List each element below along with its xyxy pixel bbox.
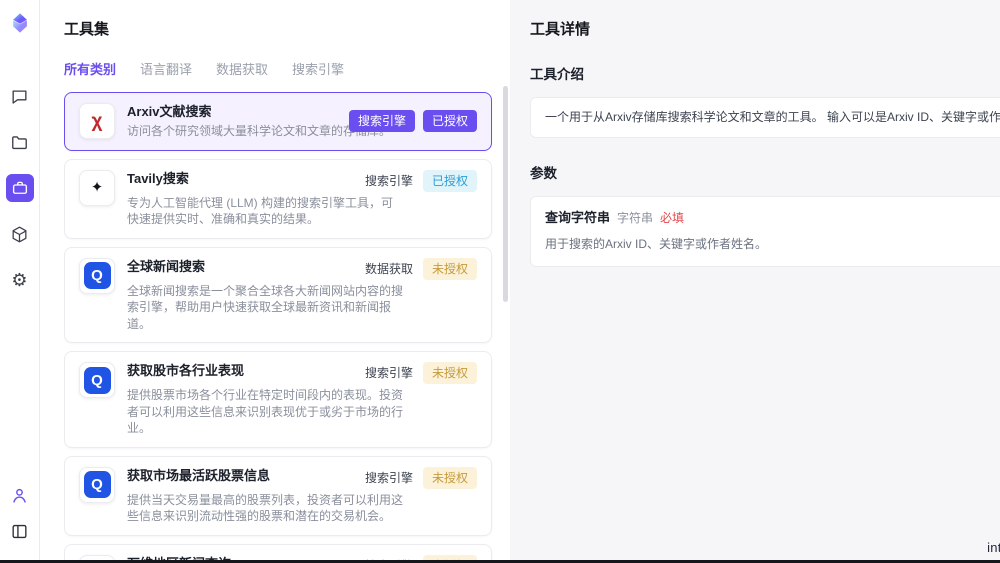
gear-icon: ⚙ xyxy=(11,271,27,289)
tool-icon-box: Q xyxy=(79,258,115,294)
sidebar-item-tools[interactable] xyxy=(6,174,34,202)
news-logo-icon: Q xyxy=(84,262,111,289)
stock-logo-icon: Q xyxy=(84,471,111,498)
tab-data-fetch[interactable]: 数据获取 xyxy=(216,59,268,78)
intro-text: 一个用于从Arxiv存储库搜索科学论文和文章的工具。 输入可以是Arxiv ID… xyxy=(545,110,1000,124)
tool-card-desc: 提供股票市场各个行业在特定时间段内的表现。投资者可以利用这些信息来识别表现优于或… xyxy=(127,387,403,437)
sidebar-item-panel-toggle[interactable] xyxy=(6,517,34,545)
folder-icon xyxy=(10,133,29,152)
page-title: 工具集 xyxy=(64,18,510,39)
tab-translation[interactable]: 语言翻译 xyxy=(140,59,192,78)
param-desc: 用于搜索的Arxiv ID、关键字或作者姓名。 xyxy=(545,235,1000,256)
auth-status-badge: 已授权 xyxy=(423,170,477,192)
briefcase-icon xyxy=(11,179,29,197)
app-window: ⚙ 工 xyxy=(0,0,1000,563)
sidebar-item-files[interactable] xyxy=(6,128,34,156)
auth-status-badge: 未授权 xyxy=(423,362,477,384)
arxiv-x-icon: χ xyxy=(92,112,103,131)
tool-icon-box: Q xyxy=(79,467,115,503)
intro-section-title: 工具介绍 xyxy=(530,63,1000,83)
auth-status-badge: 已授权 xyxy=(423,110,477,132)
tool-card-tavily[interactable]: ✦ Tavily搜索 搜索引擎 已授权 专为人工智能代理 (LLM) 构建的搜索… xyxy=(64,159,492,239)
detail-title: 工具详情 xyxy=(530,18,1000,39)
category-badge: 搜索引擎 xyxy=(363,170,415,192)
tool-card-sector-performance[interactable]: Q 获取股市各行业表现 搜索引擎 未授权 提供股票市场各个行业在特定时间段内的表… xyxy=(64,351,492,448)
intro-card: 一个用于从Arxiv存储库搜索科学论文和文章的工具。 输入可以是Arxiv ID… xyxy=(530,97,1000,138)
scrollbar[interactable] xyxy=(503,86,508,302)
app-logo-icon xyxy=(9,12,31,34)
tool-card-global-news[interactable]: Q 全球新闻搜索 数据获取 未授权 全球新闻搜索是一个聚合全球各大新闻网站内容的… xyxy=(64,247,492,344)
user-icon xyxy=(10,486,29,505)
sidebar-item-user[interactable] xyxy=(6,481,34,509)
tool-list-panel: 工具集 所有类别 语言翻译 数据获取 搜索引擎 χ Arxiv文献搜索 访问各个… xyxy=(40,0,510,563)
param-type: 字符串 xyxy=(617,209,653,226)
tool-card-desc: 全球新闻搜索是一个聚合全球各大新闻网站内容的搜索引擎，帮助用户快速获取全球最新资… xyxy=(127,283,403,333)
category-badge: 数据获取 xyxy=(363,258,415,280)
intel-core-logo: intel CORE xyxy=(987,540,1000,555)
tab-search-engine[interactable]: 搜索引擎 xyxy=(292,59,344,78)
auth-status-badge: 未授权 xyxy=(423,258,477,280)
package-icon xyxy=(10,225,29,244)
param-name: 查询字符串 xyxy=(545,207,610,226)
param-card: 查询字符串 字符串 必填 用于搜索的Arxiv ID、关键字或作者姓名。 xyxy=(530,196,1000,267)
category-badge: 搜索引擎 xyxy=(349,110,415,132)
tool-card-desc: 专为人工智能代理 (LLM) 构建的搜索引擎工具，可快速提供实时、准确和真实的结… xyxy=(127,195,403,228)
sidebar-bottom xyxy=(6,481,34,545)
category-tabs: 所有类别 语言翻译 数据获取 搜索引擎 xyxy=(64,59,510,78)
sidebar-item-plugins[interactable] xyxy=(6,220,34,248)
param-required-flag: 必填 xyxy=(660,209,684,226)
sidebar-item-chat[interactable] xyxy=(6,82,34,110)
sidebar-item-settings[interactable]: ⚙ xyxy=(6,266,34,294)
tool-card-title: Tavily搜索 xyxy=(127,170,189,187)
tool-card-title: 获取市场最活跃股票信息 xyxy=(127,467,270,484)
category-badge: 搜索引擎 xyxy=(363,362,415,384)
tool-card-title: Arxiv文献搜索 xyxy=(127,103,212,120)
intel-wordmark: intel xyxy=(987,540,1000,555)
tool-card-arxiv[interactable]: χ Arxiv文献搜索 访问各个研究领域大量科学论文和文章的存储库。 搜索引擎 … xyxy=(64,92,492,151)
sidebar-nav: ⚙ xyxy=(6,82,34,294)
tool-card-title: 获取股市各行业表现 xyxy=(127,362,244,379)
tool-icon-box: Q xyxy=(79,362,115,398)
tab-all-categories[interactable]: 所有类别 xyxy=(64,59,116,78)
tool-card-title: 全球新闻搜索 xyxy=(127,258,205,275)
tool-icon-box: ✦ xyxy=(79,170,115,206)
sparkle-icon: ✦ xyxy=(91,180,104,195)
tool-icon-box: χ xyxy=(79,103,115,139)
sidebar: ⚙ xyxy=(0,0,40,563)
tool-card-list: χ Arxiv文献搜索 访问各个研究领域大量科学论文和文章的存储库。 搜索引擎 … xyxy=(64,92,510,563)
auth-status-badge: 未授权 xyxy=(423,467,477,489)
tool-detail-panel: 工具详情 工具介绍 一个用于从Arxiv存储库搜索科学论文和文章的工具。 输入可… xyxy=(510,0,1000,563)
stock-logo-icon: Q xyxy=(84,367,111,394)
params-section-title: 参数 xyxy=(530,162,1000,182)
category-badge: 搜索引擎 xyxy=(363,467,415,489)
chat-icon xyxy=(10,87,29,106)
panel-icon xyxy=(10,522,29,541)
tool-card-desc: 提供当天交易量最高的股票列表，投资者可以利用这些信息来识别流动性强的股票和潜在的… xyxy=(127,492,403,525)
tool-card-active-stocks[interactable]: Q 获取市场最活跃股票信息 搜索引擎 未授权 提供当天交易量最高的股票列表，投资… xyxy=(64,456,492,536)
